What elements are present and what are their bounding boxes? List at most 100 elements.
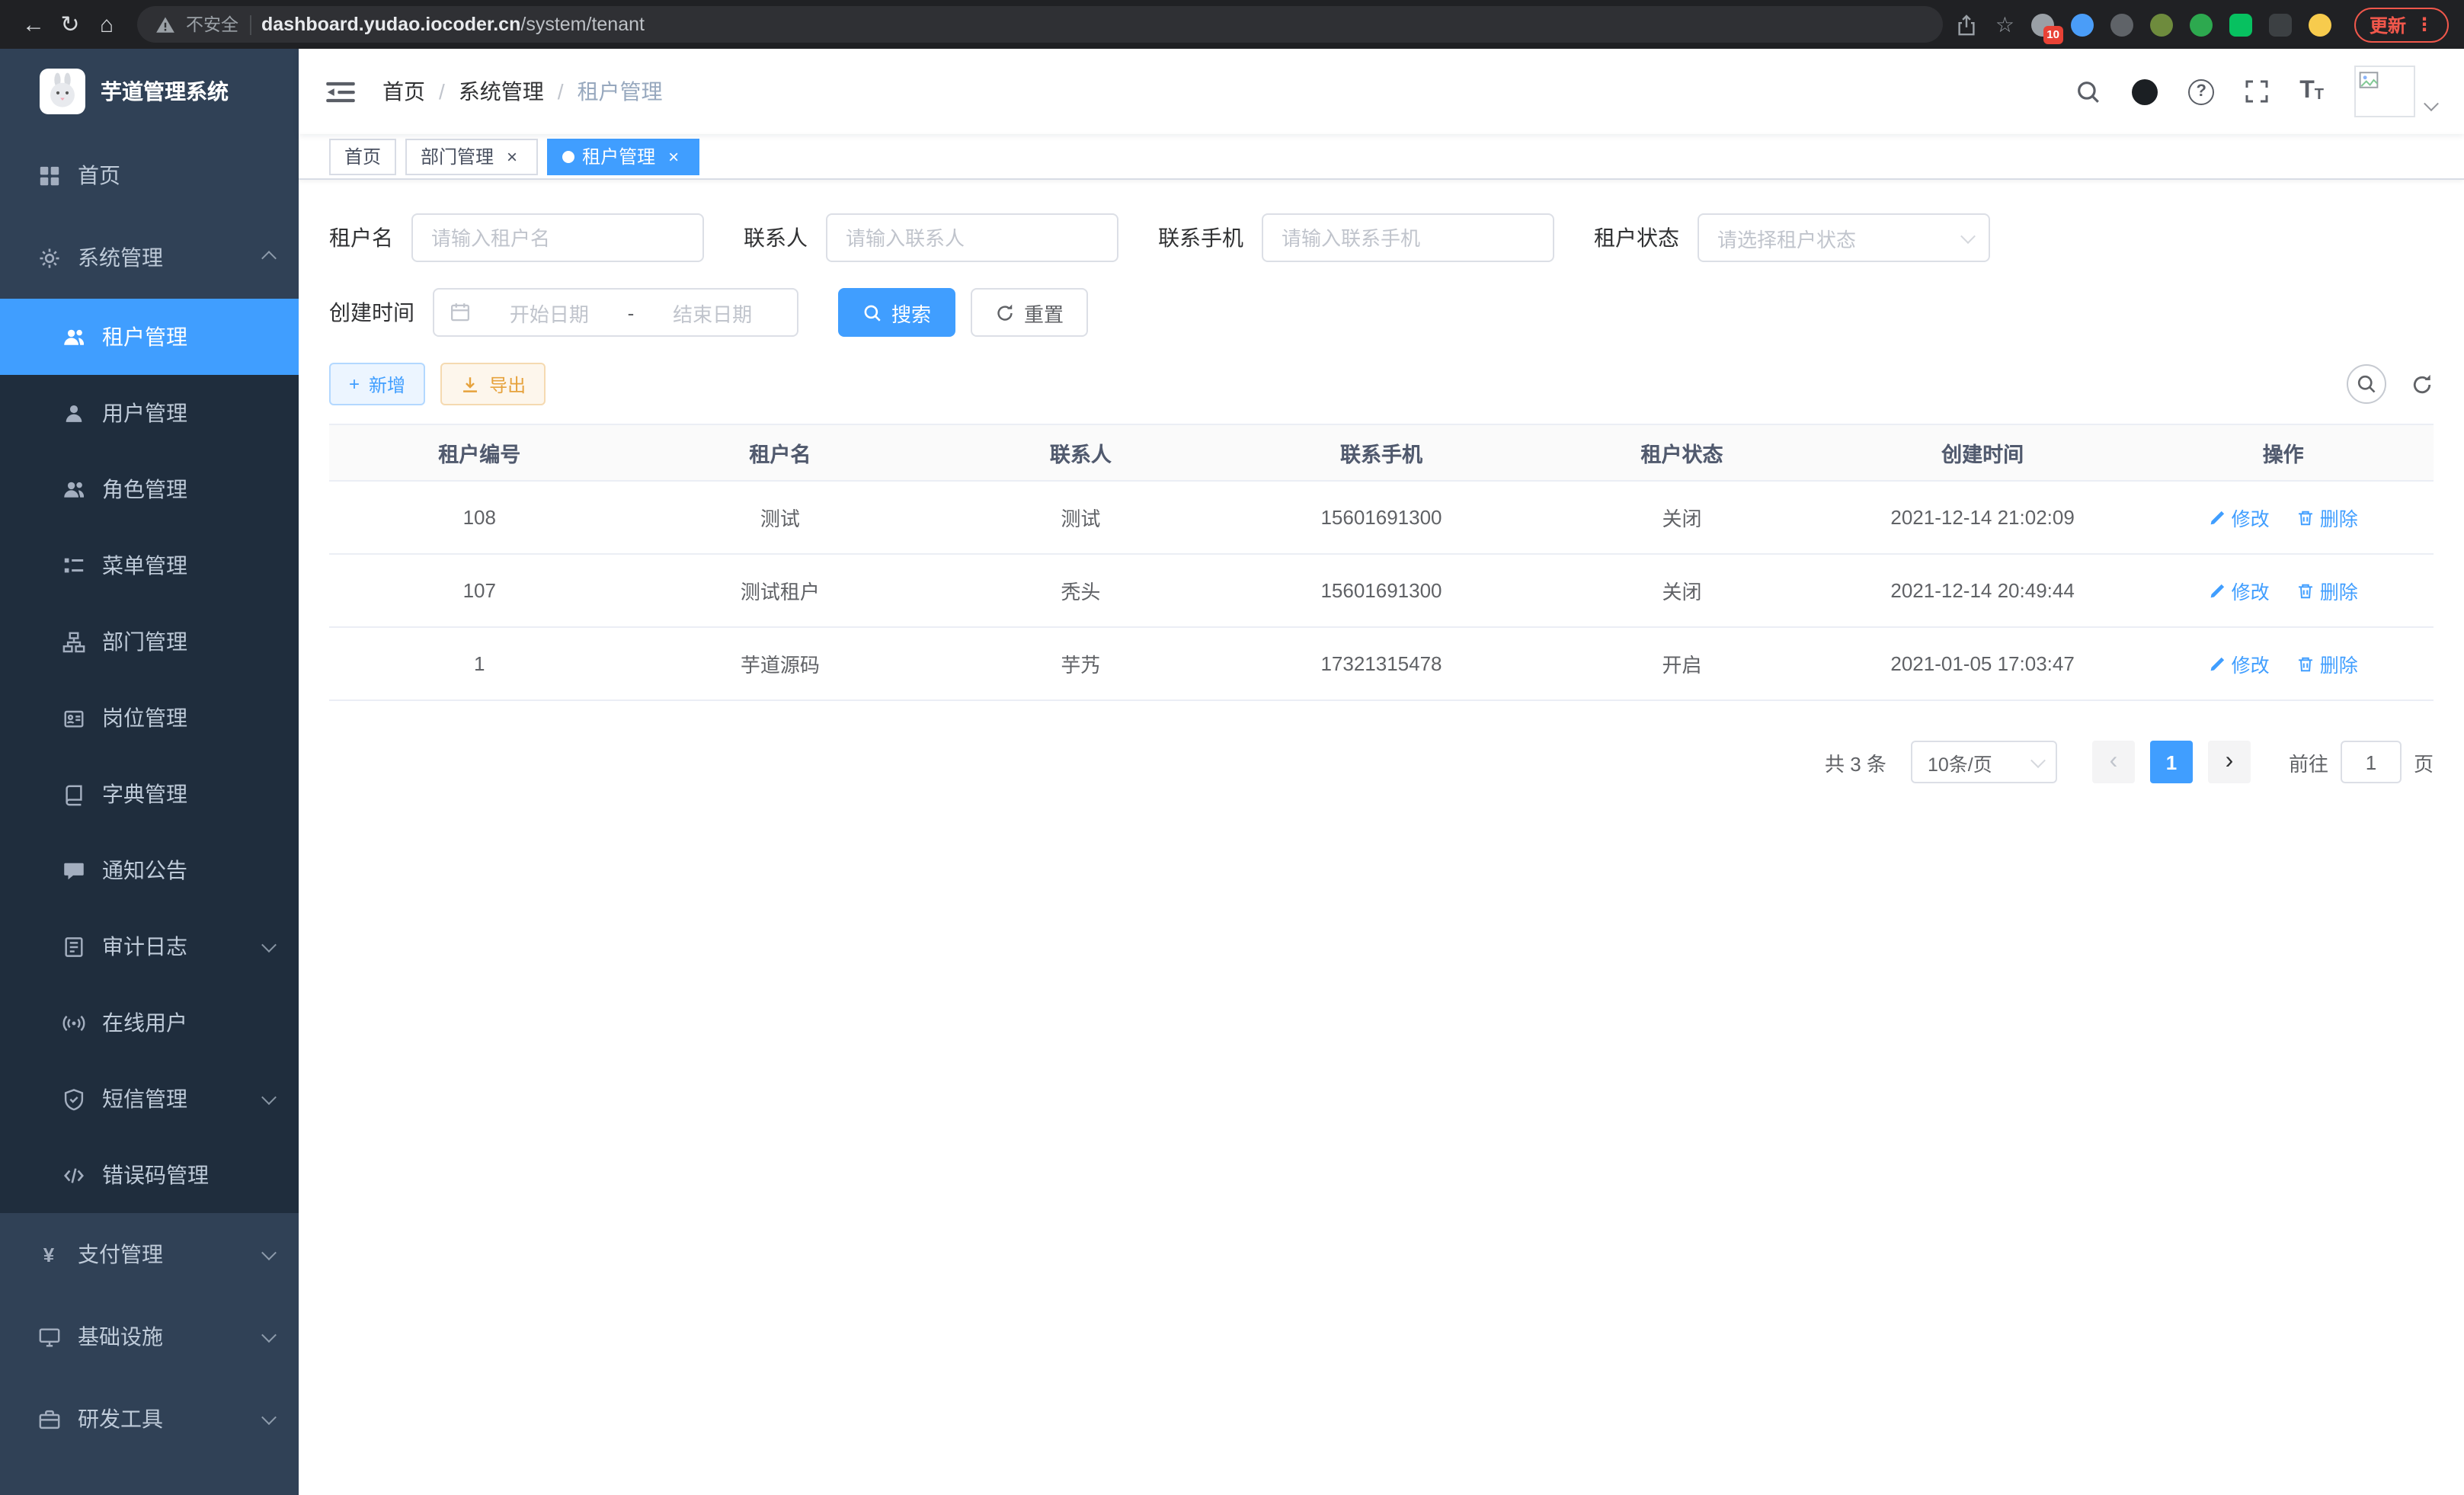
browser-update-button[interactable]: 更新⋮	[2354, 7, 2449, 42]
toggle-search-button[interactable]	[2347, 364, 2386, 404]
search-button[interactable]: 搜索	[838, 288, 955, 337]
browser-menu-icon[interactable]: ⋮	[2415, 14, 2434, 35]
browser-home-icon[interactable]: ⌂	[88, 6, 125, 43]
sidebar-item-user[interactable]: 用户管理	[0, 375, 299, 451]
avatar[interactable]	[2354, 66, 2415, 117]
edit-link[interactable]: 修改	[2209, 576, 2270, 605]
delete-link[interactable]: 删除	[2297, 503, 2358, 532]
phone-input[interactable]	[1262, 213, 1554, 262]
tab-label: 部门管理	[421, 143, 494, 169]
sidebar-item-label: 部门管理	[102, 626, 187, 657]
speech-bubble-icon	[61, 858, 85, 882]
extension-icon[interactable]	[2309, 13, 2331, 36]
goto-page-input[interactable]	[2341, 741, 2402, 783]
sidebar-item-menu[interactable]: 菜单管理	[0, 527, 299, 603]
page-number-button[interactable]: 1	[2150, 741, 2193, 783]
filter-status: 租户状态 请选择租户状态	[1594, 213, 1990, 262]
cell-status: 开启	[1531, 627, 1832, 700]
cell-contact: 芋艿	[930, 627, 1231, 700]
extension-icon[interactable]	[2190, 13, 2213, 36]
reset-button[interactable]: 重置	[971, 288, 1088, 337]
tree-list-icon	[61, 553, 85, 578]
app: 芋道管理系统 首页 系统管理 租户管理	[0, 49, 2464, 1495]
main-area: 首页 / 系统管理 / 租户管理 ? TT	[299, 49, 2464, 1495]
edit-link[interactable]: 修改	[2209, 649, 2270, 678]
fullscreen-icon[interactable]	[2245, 79, 2269, 104]
sidebar-item-post[interactable]: 岗位管理	[0, 680, 299, 756]
toolbox-icon	[37, 1407, 61, 1431]
help-icon[interactable]: ?	[2188, 78, 2214, 104]
extension-icon[interactable]	[2150, 13, 2173, 36]
warning-icon	[155, 14, 175, 34]
chevron-up-icon	[261, 250, 277, 265]
toolbar-row: + 新增 导出	[329, 363, 2434, 405]
sidebar-item-tenant[interactable]: 租户管理	[0, 299, 299, 375]
search-icon	[2356, 373, 2377, 395]
bookmark-star-icon[interactable]: ☆	[1995, 11, 2014, 37]
tab-dept[interactable]: 部门管理 ×	[405, 138, 538, 174]
cell-status: 关闭	[1531, 481, 1832, 554]
date-range-picker[interactable]: 开始日期 - 结束日期	[433, 288, 798, 337]
edit-pencil-icon	[2209, 508, 2227, 527]
sidebar-item-home[interactable]: 首页	[0, 134, 299, 216]
tab-tenant[interactable]: 租户管理 ×	[547, 138, 699, 174]
close-icon[interactable]: ×	[663, 146, 684, 167]
refresh-table-button[interactable]	[2411, 373, 2434, 395]
extension-badge: 10	[2043, 26, 2063, 43]
cell-status: 关闭	[1531, 554, 1832, 627]
sidebar-item-dict[interactable]: 字典管理	[0, 756, 299, 832]
export-button[interactable]: 导出	[440, 363, 546, 405]
breadcrumb-home[interactable]: 首页	[382, 76, 425, 107]
sidebar-item-sms[interactable]: 短信管理	[0, 1061, 299, 1137]
delete-link[interactable]: 删除	[2297, 576, 2358, 605]
extension-icon[interactable]	[2071, 13, 2094, 36]
extension-icon[interactable]	[2269, 13, 2292, 36]
sidebar-item-dept[interactable]: 部门管理	[0, 603, 299, 680]
home-grid-icon	[37, 163, 61, 187]
sidebar-item-error-code[interactable]: 错误码管理	[0, 1137, 299, 1213]
shield-icon	[61, 1087, 85, 1111]
font-size-icon[interactable]: TT	[2299, 79, 2324, 104]
sidebar-item-audit-log[interactable]: 审计日志	[0, 908, 299, 984]
sidebar-item-online-users[interactable]: 在线用户	[0, 984, 299, 1061]
next-page-button[interactable]: ›	[2208, 741, 2251, 783]
app-logo[interactable]: 芋道管理系统	[0, 49, 299, 134]
sidebar-item-label: 支付管理	[78, 1239, 163, 1269]
tenant-name-input[interactable]	[411, 213, 704, 262]
navbar-actions: ? TT	[2075, 66, 2437, 117]
hamburger-icon[interactable]	[326, 80, 355, 103]
user-menu[interactable]	[2354, 66, 2437, 117]
browser-refresh-icon[interactable]: ↻	[52, 6, 88, 43]
github-icon[interactable]	[2132, 78, 2158, 104]
close-icon[interactable]: ×	[501, 146, 523, 167]
trash-icon	[2297, 581, 2315, 600]
contact-input[interactable]	[826, 213, 1118, 262]
page-size-select[interactable]: 10条/页	[1911, 741, 2057, 783]
sidebar-item-role[interactable]: 角色管理	[0, 451, 299, 527]
status-select[interactable]: 请选择租户状态	[1698, 213, 1990, 262]
browser-back-icon[interactable]: ←	[15, 6, 52, 43]
sidebar-item-notice[interactable]: 通知公告	[0, 832, 299, 908]
search-icon[interactable]	[2075, 78, 2101, 104]
trash-icon	[2297, 655, 2315, 673]
sidebar-item-dev-tools[interactable]: 研发工具	[0, 1378, 299, 1460]
extension-icon[interactable]	[2110, 13, 2133, 36]
extension-icon[interactable]	[2229, 13, 2252, 36]
add-button[interactable]: + 新增	[329, 363, 425, 405]
address-bar[interactable]: 不安全 dashboard.yudao.iocoder.cn/system/te…	[137, 6, 1944, 43]
delete-link[interactable]: 删除	[2297, 649, 2358, 678]
edit-link[interactable]: 修改	[2209, 503, 2270, 532]
person-icon	[61, 401, 85, 425]
url-domain: dashboard.yudao.iocoder.cn	[261, 14, 520, 35]
sidebar-item-payment[interactable]: ¥ 支付管理	[0, 1213, 299, 1295]
prev-page-button[interactable]: ‹	[2092, 741, 2135, 783]
edit-pencil-icon	[2209, 581, 2227, 600]
breadcrumb-system[interactable]: 系统管理	[459, 76, 544, 107]
sidebar-item-infra[interactable]: 基础设施	[0, 1295, 299, 1378]
tab-home[interactable]: 首页	[329, 138, 396, 174]
filter-label: 联系手机	[1158, 222, 1243, 253]
sidebar-item-system[interactable]: 系统管理	[0, 216, 299, 299]
share-icon[interactable]	[1956, 13, 1979, 36]
filter-tenant-name: 租户名	[329, 213, 704, 262]
extension-icon[interactable]: 10	[2031, 13, 2054, 36]
